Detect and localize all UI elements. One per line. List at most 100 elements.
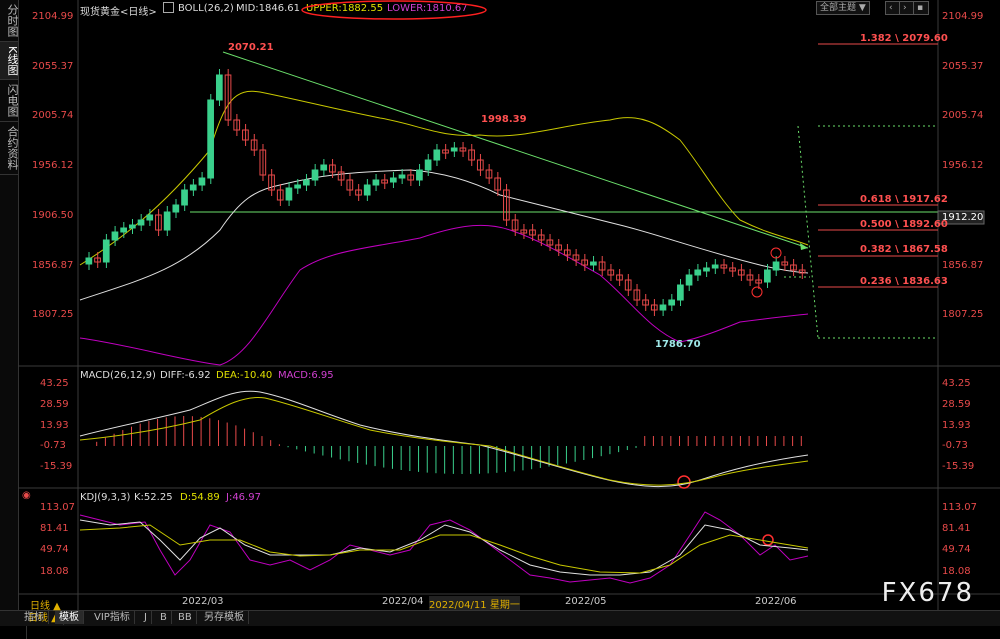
kdj-tick: 113.07: [40, 502, 75, 513]
candle: [128, 224, 136, 229]
kdj-tick: 81.41: [942, 523, 971, 534]
candle: [172, 204, 180, 213]
macd-tick: -15.39: [40, 461, 73, 472]
candle: [694, 269, 702, 276]
macd-histogram: [96, 416, 802, 474]
macd-tick: 13.93: [40, 420, 69, 431]
macd-dea: DEA:-10.40: [216, 370, 273, 381]
macd-value: MACD:6.95: [278, 370, 334, 381]
kdj-d: D:54.89: [180, 492, 220, 503]
candle: [311, 169, 319, 181]
candle: [372, 179, 380, 186]
price-tick: 1906.50: [32, 210, 74, 221]
kdj-title: KDJ(9,3,3): [80, 492, 131, 503]
macd-tick: 13.93: [942, 420, 971, 431]
candle: [416, 169, 423, 181]
price-tick: 1807.25: [942, 309, 984, 320]
macd-tick: 43.25: [40, 378, 69, 389]
cursor-date: 2022/04/11 星期一: [429, 596, 520, 611]
macd-tick: -0.73: [40, 440, 66, 451]
candles-group: [85, 69, 806, 316]
bottom-tabs: 指标 模板 VIP指标 J B BB 另存模板: [0, 610, 1000, 625]
candle: [294, 184, 301, 189]
macd-tick: 43.25: [942, 378, 971, 389]
candle: [302, 179, 310, 186]
fib-label: 1.382 \ 2079.60: [860, 33, 948, 44]
candle: [189, 184, 197, 191]
price-tick: 1856.87: [32, 260, 74, 271]
mid-high-annotation: 1998.39: [481, 114, 527, 125]
price-tick: 2104.99: [942, 11, 984, 22]
macd-tick: -15.39: [942, 461, 975, 472]
tab-j[interactable]: J: [140, 611, 152, 624]
candle: [363, 184, 371, 196]
fib-label: 0.382 \ 1867.58: [860, 244, 948, 255]
watermark-logo: FX678: [881, 578, 974, 608]
candle: [215, 74, 223, 101]
macd-title: MACD(26,12,9): [80, 370, 156, 381]
candle: [772, 261, 780, 271]
price-tick: 2055.37: [32, 61, 74, 72]
candle: [668, 299, 676, 306]
price-tick: 1956.12: [942, 160, 984, 171]
candle: [433, 149, 441, 161]
tab-bb[interactable]: BB: [174, 611, 197, 624]
tab-template[interactable]: 模板: [55, 611, 84, 624]
price-tick: 1956.12: [32, 160, 74, 171]
high-annotation: 2070.21: [228, 42, 274, 53]
spacer: [18, 626, 27, 639]
candle: [137, 219, 145, 226]
candle: [659, 304, 667, 311]
candle: [163, 211, 171, 231]
kdj-tick: 18.08: [942, 566, 971, 577]
date-tick: 2022/05: [565, 596, 607, 607]
fib-label: 0.618 \ 1917.62: [860, 194, 948, 205]
kdj-tick: 49.74: [942, 544, 971, 555]
candle: [685, 274, 693, 286]
tab-vip-indicator[interactable]: VIP指标: [90, 611, 135, 624]
kdj-j: J:46.97: [226, 492, 261, 503]
candle: [111, 231, 119, 241]
candle: [590, 261, 597, 266]
low-annotation: 1786.70: [655, 339, 701, 350]
tab-b[interactable]: B: [156, 611, 172, 624]
period-label[interactable]: 日线 ▲: [30, 597, 61, 612]
candle: [120, 227, 127, 233]
candle: [711, 264, 719, 269]
kdj-tick: 113.07: [942, 502, 977, 513]
kdj-tick: 81.41: [40, 523, 69, 534]
date-tick: 2022/06: [755, 596, 797, 607]
kdj-tick: 49.74: [40, 544, 69, 555]
candle: [207, 99, 214, 179]
candle: [398, 174, 406, 179]
price-tick: 2005.74: [942, 110, 984, 121]
candle: [85, 257, 93, 265]
date-tick: 2022/04: [382, 596, 424, 607]
fib-label: 0.500 \ 1892.60: [860, 219, 948, 230]
tab-save-template[interactable]: 另存模板: [200, 611, 249, 624]
candle: [389, 177, 397, 183]
candle: [764, 269, 771, 283]
candle: [181, 189, 188, 206]
macd-tick: 28.59: [942, 399, 971, 410]
candle: [320, 164, 328, 171]
candle: [450, 147, 458, 152]
candle: [677, 284, 684, 301]
candle: [703, 267, 710, 272]
candle: [424, 159, 432, 171]
record-icon[interactable]: ◉: [22, 490, 31, 501]
price-tick: 2104.99: [32, 11, 74, 22]
chart-canvas[interactable]: [0, 0, 1000, 610]
macd-tick: -0.73: [942, 440, 968, 451]
candle: [102, 239, 110, 263]
current-price-label: 1912.20: [942, 212, 984, 223]
price-tick: 2005.74: [32, 110, 74, 121]
price-tick: 1807.25: [32, 309, 74, 320]
fib-label: 0.236 \ 1836.63: [860, 276, 948, 287]
tab-indicator[interactable]: 指标: [20, 611, 49, 624]
macd-tick: 28.59: [40, 399, 69, 410]
kdj-tick: 18.08: [40, 566, 69, 577]
macd-diff: DIFF:-6.92: [160, 370, 211, 381]
price-tick: 2055.37: [942, 61, 984, 72]
date-tick: 2022/03: [182, 596, 224, 607]
